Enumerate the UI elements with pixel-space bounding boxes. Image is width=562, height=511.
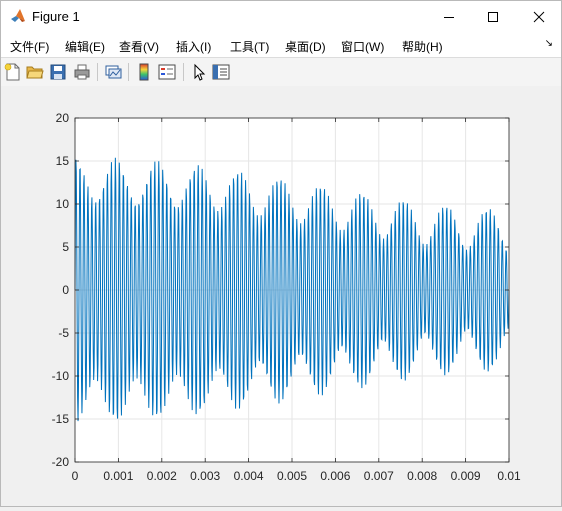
y-tick-label: -5 (58, 326, 69, 340)
y-tick-label: 20 (56, 111, 70, 125)
open-file-icon[interactable] (26, 63, 44, 81)
x-tick-label: 0.002 (147, 469, 177, 483)
y-tick-label: 5 (62, 240, 69, 254)
y-tick-label: -20 (52, 455, 70, 469)
y-tick-label: 0 (62, 283, 69, 297)
maximize-button[interactable] (471, 1, 515, 32)
x-tick-label: 0.003 (190, 469, 220, 483)
minimize-icon (444, 16, 454, 18)
y-tick-labels: 20 15 10 5 0 -5 -10 -15 -20 (52, 111, 70, 469)
figure-canvas: 0 0.001 0.002 0.003 0.004 0.005 0.006 0.007 0.00… (1, 86, 561, 506)
link-plot-icon[interactable] (104, 63, 122, 81)
x-tick-label: 0.01 (497, 469, 521, 483)
close-icon (533, 11, 545, 22)
menu-bar: 文件(F) 编辑(E) 查看(V) 插入(I) 工具(T) 桌面(D) 窗口(W… (1, 32, 561, 57)
y-tick-label: 15 (56, 154, 70, 168)
x-tick-label: 0.009 (451, 469, 481, 483)
figure-window: Figure 1 文件(F) 编辑(E) 查看(V) 插入(I) 工具(T) 桌… (0, 0, 562, 507)
x-tick-labels: 0 0.001 0.002 0.003 0.004 0.005 0.006 0.007 0.00… (72, 469, 521, 483)
menu-window[interactable]: 窗口(W) (341, 38, 384, 55)
menu-help[interactable]: 帮助(H) (402, 38, 443, 55)
menu-tools[interactable]: 工具(T) (230, 38, 269, 55)
toolbar-separator (183, 63, 184, 81)
x-tick-label: 0.006 (320, 469, 350, 483)
edit-plot-arrow-icon[interactable] (190, 63, 208, 81)
matlab-logo-icon (11, 9, 25, 22)
toolbar-separator (97, 63, 98, 81)
y-tick-label: -10 (52, 369, 70, 383)
plot-svg[interactable]: 0 0.001 0.002 0.003 0.004 0.005 0.006 0.007 0.00… (1, 86, 561, 506)
property-inspector-icon[interactable] (212, 63, 230, 81)
x-tick-label: 0.004 (234, 469, 264, 483)
save-icon[interactable] (49, 63, 67, 81)
menu-file[interactable]: 文件(F) (10, 38, 49, 55)
menu-edit[interactable]: 编辑(E) (65, 38, 105, 55)
menu-desktop[interactable]: 桌面(D) (285, 38, 326, 55)
x-tick-label: 0.008 (407, 469, 437, 483)
menu-view[interactable]: 查看(V) (119, 38, 159, 55)
menu-insert[interactable]: 插入(I) (176, 38, 211, 55)
minimize-button[interactable] (427, 1, 471, 32)
x-tick-label: 0.001 (103, 469, 133, 483)
y-tick-label: -15 (52, 412, 70, 426)
title-bar[interactable]: Figure 1 (1, 1, 561, 32)
new-figure-icon[interactable] (4, 63, 22, 81)
figure-toolbar (1, 57, 561, 87)
y-tick-label: 10 (56, 197, 70, 211)
x-tick-label: 0.005 (277, 469, 307, 483)
print-icon[interactable] (73, 63, 91, 81)
x-tick-label: 0.007 (364, 469, 394, 483)
legend-icon[interactable] (158, 63, 176, 81)
close-button[interactable] (517, 1, 561, 32)
colorbar-icon[interactable] (135, 63, 153, 81)
menu-overflow-arrow-icon[interactable]: ↘ (545, 38, 553, 49)
window-title: Figure 1 (32, 9, 80, 24)
toolbar-separator (128, 63, 129, 81)
x-tick-label: 0 (72, 469, 79, 483)
maximize-icon (488, 11, 498, 22)
